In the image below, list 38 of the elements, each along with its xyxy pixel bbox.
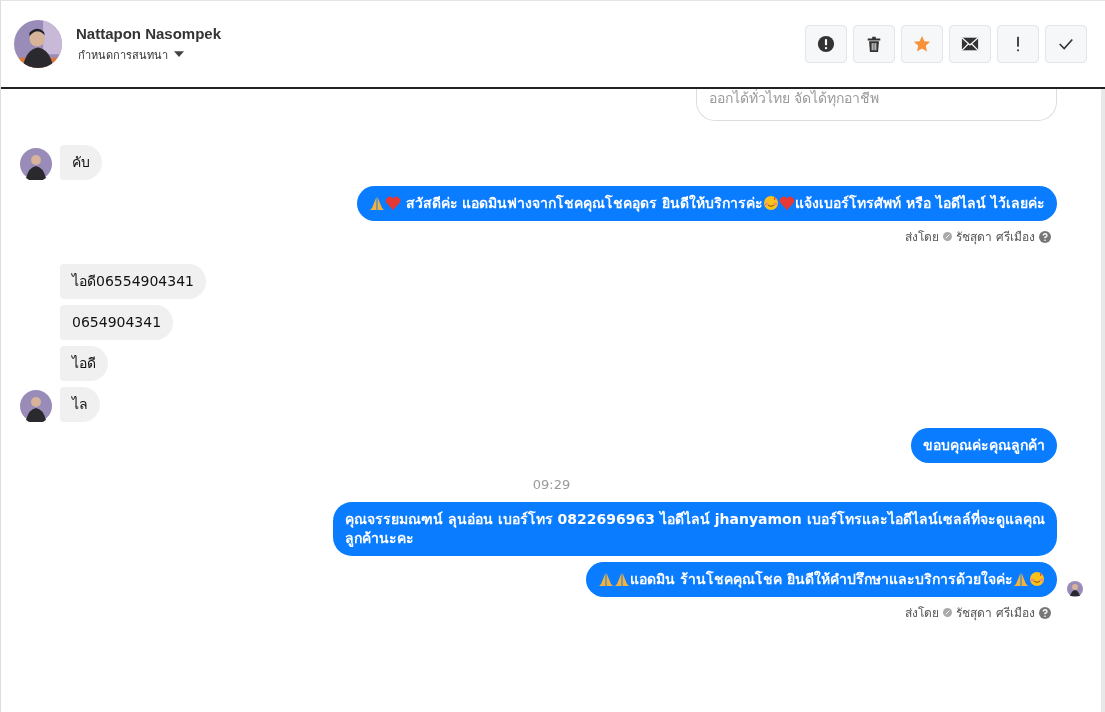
- help-icon[interactable]: [1039, 230, 1051, 243]
- message-bubble: ไอดี: [60, 346, 108, 381]
- sender-name: รัชสุดา ศรีเมือง: [956, 605, 1035, 622]
- conversation-dropdown[interactable]: กำหนดการสนทนา: [76, 45, 222, 64]
- mail-icon: [961, 35, 979, 53]
- message-bubble: ขอบคุณค่ะคุณลูกค้า: [911, 428, 1057, 463]
- toolbar-button[interactable]: [805, 25, 847, 63]
- message-bubble: ไอดี06554904341: [60, 264, 206, 299]
- message-bubble: แอดมิน ร้านโชคคุณโชค ยินดีให้คำปรึกษาและบริการด้วยใจค่ะ: [586, 562, 1057, 597]
- message-bubble: คับ: [60, 145, 102, 180]
- message-bubble: ไล: [60, 387, 100, 422]
- sender-name: รัชสุดา ศรีเมือง: [956, 229, 1035, 246]
- timestamp: 09:29: [532, 477, 571, 492]
- toolbar-button[interactable]: [853, 25, 895, 63]
- status-icon: [943, 232, 953, 241]
- trash-icon: [865, 35, 883, 53]
- message-bubble: คุณจรรยมณฑน์ ลุนอ่อน เบอร์โทร 0822696963 ไอดีไลน์ jhanyamon เบอร์โทรและไอดีไลน์เซลล์ที่จะดูแลคุณลูกค้านะคะ: [333, 502, 1057, 556]
- heart-icon: [779, 195, 796, 211]
- message-bubble: 0654904341: [60, 305, 174, 340]
- message-bubble: สวัสดีค่ะ แอดมินฟางจากโชคคุณโชคอุดร ยินดีให้บริการค่ะ แจ้งเบอร์โทรศัพท์ หรือ ไอดีไลน์ ไว้เลยค่ะ: [356, 186, 1057, 221]
- sent-by-label: ส่งโดย: [905, 229, 940, 246]
- praying-hands-icon: [368, 195, 385, 211]
- status-icon: [943, 608, 953, 617]
- heart-icon: [384, 195, 401, 211]
- praying-hands-icon: [1013, 571, 1029, 587]
- message-card: ออกได้ทั่วไทย จัดได้ทุกอาชีพ: [696, 89, 1057, 121]
- alert-icon: [817, 35, 835, 53]
- praying-hands-icon: [598, 571, 615, 587]
- caret-icon: [174, 51, 184, 58]
- smiling-face-icon: [763, 195, 780, 211]
- exclamation-icon: [1015, 35, 1021, 53]
- praying-hands-icon: [614, 571, 631, 587]
- smiling-face-icon: [1029, 571, 1045, 587]
- sent-by-label: ส่งโดย: [905, 605, 940, 622]
- toolbar-button[interactable]: [949, 25, 991, 63]
- star-icon: [913, 35, 931, 53]
- contact-name: Nattapon Nasompek: [76, 24, 222, 42]
- help-icon[interactable]: [1039, 606, 1051, 619]
